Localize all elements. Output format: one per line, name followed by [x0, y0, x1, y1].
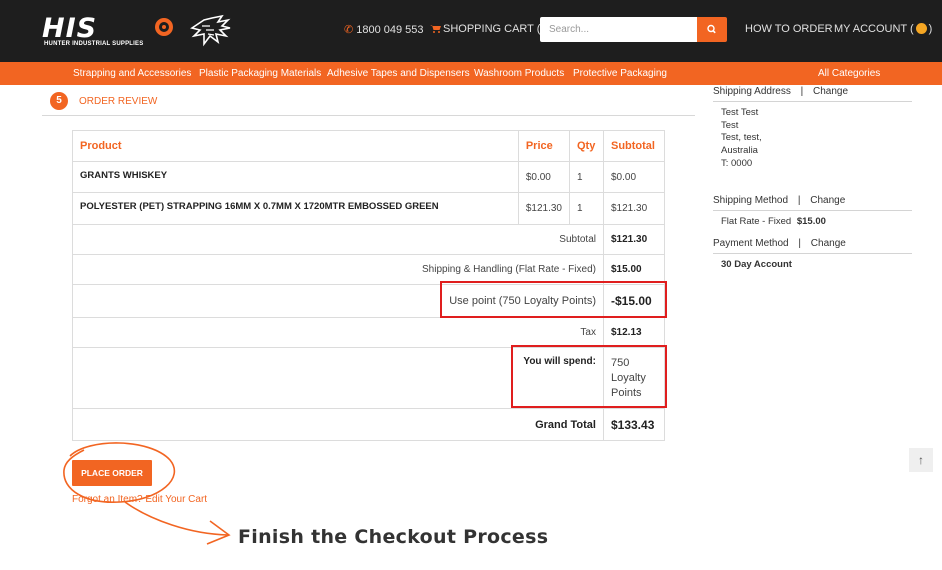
shipping-method-value: Flat Rate - Fixed $15.00 — [721, 216, 826, 229]
separator: | — [797, 195, 801, 206]
change-shipping-method-link[interactable]: Change — [810, 195, 845, 206]
separator: | — [800, 86, 804, 97]
shipping-address-heading: Shipping Address | Change — [713, 86, 848, 97]
sidebar-divider — [713, 101, 912, 102]
address-line: T: 0000 — [721, 157, 753, 169]
payment-method-heading: Payment Method | Change — [713, 238, 846, 249]
sidebar-divider — [713, 210, 912, 211]
payment-method-label: Payment Method — [713, 238, 789, 249]
sidebar-divider — [713, 253, 912, 254]
shipping-address-block: Test Test Test Test, test, Australia T: … — [721, 107, 762, 171]
address-line: Test Test — [721, 107, 759, 118]
annotation-caption: Finish the Checkout Process — [238, 526, 549, 548]
change-shipping-address-link[interactable]: Change — [813, 86, 848, 97]
shipping-method-name: Flat Rate - Fixed — [721, 216, 792, 227]
change-payment-method-link[interactable]: Change — [811, 238, 846, 249]
address-line: Test — [721, 119, 739, 131]
payment-method-value: 30 Day Account — [721, 259, 792, 270]
shipping-method-label: Shipping Method — [713, 195, 789, 206]
separator: | — [798, 238, 801, 249]
scroll-top-button[interactable]: ↑ — [909, 448, 933, 472]
address-line: Test, test, — [721, 132, 762, 144]
arrow-up-icon: ↑ — [918, 453, 924, 467]
shipping-method-heading: Shipping Method | Change — [713, 195, 845, 206]
shipping-method-price: $15.00 — [796, 216, 826, 227]
address-line: Australia — [721, 145, 758, 157]
shipping-address-label: Shipping Address — [713, 86, 791, 97]
